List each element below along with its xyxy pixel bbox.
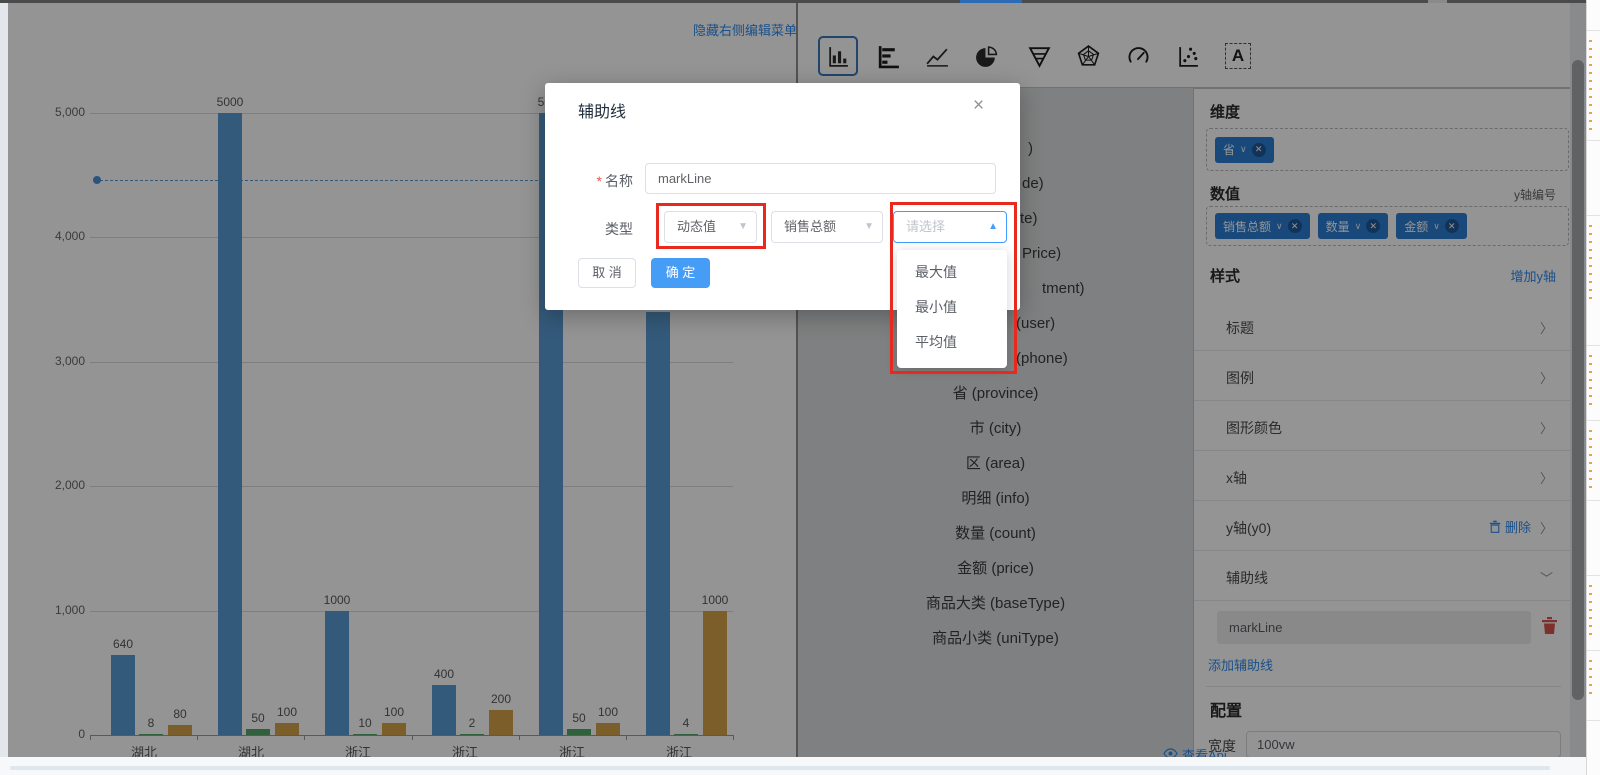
- annotation-box-type-select: [656, 203, 766, 249]
- metric-select[interactable]: 销售总额▼: [771, 211, 883, 243]
- horizontal-scrollbar[interactable]: [10, 766, 1550, 770]
- close-icon[interactable]: ×: [973, 95, 984, 117]
- name-label: *名称: [585, 171, 633, 191]
- progress-bar-segment: [960, 0, 1022, 3]
- required-asterisk: *: [597, 173, 602, 189]
- progress-bar-segment-2: [1428, 0, 1447, 3]
- browser-progress-bar: [0, 0, 1600, 3]
- cancel-button[interactable]: 取 消: [578, 258, 636, 288]
- editor-minimap-strip: [1586, 0, 1600, 775]
- ok-button[interactable]: 确 定: [651, 258, 710, 288]
- type-label: 类型: [605, 219, 633, 239]
- annotation-box-value-select: [890, 202, 1017, 374]
- screen: 隐藏右侧编辑菜单 5,0004,0003,0002,0001,0000湖北640…: [0, 0, 1600, 775]
- name-input[interactable]: markLine: [645, 163, 996, 194]
- dialog-title: 辅助线: [578, 98, 626, 122]
- chevron-down-icon: ▼: [864, 212, 874, 242]
- window-left-edge: [0, 3, 8, 757]
